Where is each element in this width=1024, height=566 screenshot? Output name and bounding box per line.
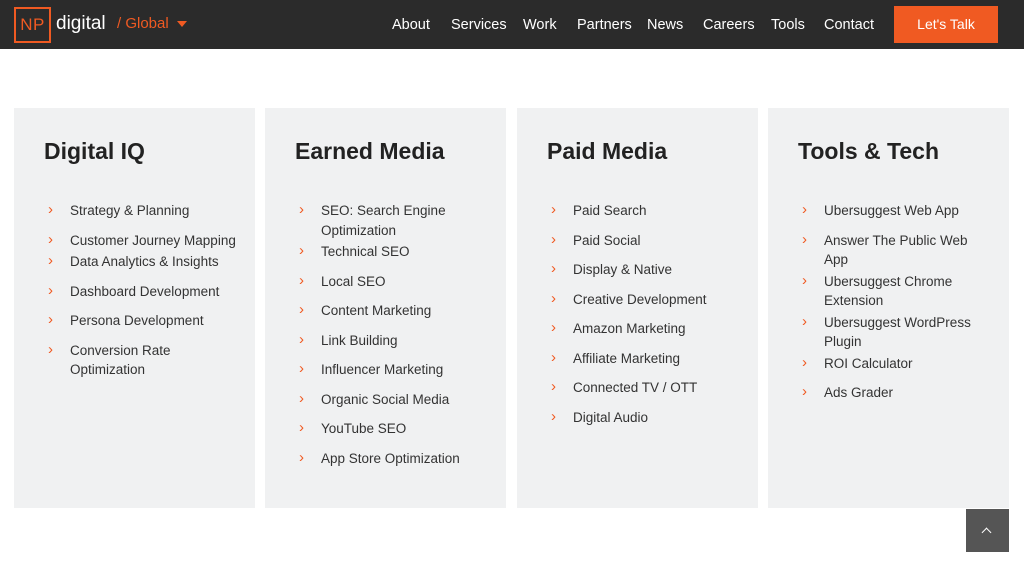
service-link[interactable]: › Paid Search — [551, 201, 751, 221]
service-link[interactable]: › Local SEO — [299, 272, 499, 292]
chevron-right-icon: › — [299, 448, 304, 466]
service-link[interactable]: › Amazon Marketing — [551, 319, 751, 339]
chevron-right-icon: › — [551, 260, 556, 277]
service-card-tools-tech: Tools & Tech › Ubersuggest Web App › Answe… — [768, 108, 1009, 508]
service-list: › Ubersuggest Web App › Answer The Public … — [802, 201, 1002, 403]
chevron-right-icon: › — [299, 201, 304, 218]
service-card-digital-iq: Digital IQ › Strategy & Planning › Custome… — [14, 108, 255, 508]
card-title: Paid Media — [547, 138, 668, 164]
service-link[interactable]: › Data Analytics & Insights — [48, 252, 248, 272]
site-header: NP digital / Global About Services Work … — [0, 0, 1024, 49]
service-list: › Paid Search › Paid Social › Display & Nat… — [551, 201, 751, 427]
service-link[interactable]: › Ubersuggest Web App — [802, 201, 1002, 221]
service-list: › SEO: Search Engine Optimization › Techni… — [299, 201, 499, 468]
back-to-top-button[interactable] — [966, 509, 1009, 552]
chevron-right-icon: › — [551, 378, 556, 395]
chevron-right-icon: › — [551, 319, 556, 336]
chevron-right-icon: › — [551, 407, 556, 425]
service-link[interactable]: › Creative Development — [551, 290, 751, 310]
service-link[interactable]: › Strategy & Planning — [48, 201, 248, 221]
service-link[interactable]: › YouTube SEO — [299, 419, 499, 439]
chevron-right-icon: › — [551, 201, 556, 218]
nav-about[interactable]: About — [392, 16, 430, 34]
np-logo-mark[interactable]: NP — [14, 7, 51, 43]
service-link[interactable]: › Persona Development — [48, 311, 248, 331]
chevron-right-icon: › — [299, 301, 304, 318]
service-link[interactable]: › Digital Audio — [551, 408, 751, 428]
chevron-right-icon: › — [802, 383, 807, 400]
chevron-up-icon — [981, 527, 992, 538]
service-link[interactable]: › Ads Grader — [802, 383, 1002, 403]
chevron-right-icon: › — [299, 389, 304, 407]
chevron-right-icon: › — [48, 201, 53, 218]
chevron-right-icon: › — [551, 348, 556, 366]
chevron-right-icon: › — [48, 340, 53, 358]
service-link[interactable]: › App Store Optimization — [299, 449, 499, 469]
nav-contact[interactable]: Contact — [824, 16, 874, 34]
service-card-paid-media: Paid Media › Paid Search › Paid Social › Di… — [517, 108, 758, 508]
card-title: Tools & Tech — [798, 138, 939, 164]
nav-news[interactable]: News — [647, 16, 683, 34]
chevron-right-icon: › — [299, 271, 304, 289]
region-selector[interactable]: / Global — [117, 15, 187, 33]
card-title: Digital IQ — [44, 138, 145, 164]
nav-careers[interactable]: Careers — [703, 16, 755, 34]
service-link[interactable]: › Paid Social — [551, 231, 751, 251]
chevron-right-icon: › — [299, 419, 304, 436]
chevron-right-icon: › — [48, 281, 53, 299]
chevron-right-icon: › — [48, 252, 53, 269]
service-link[interactable]: › Conversion Rate Optimization — [48, 341, 178, 380]
service-link[interactable]: › Influencer Marketing — [299, 360, 499, 380]
chevron-right-icon: › — [48, 311, 53, 328]
chevron-right-icon: › — [802, 312, 807, 330]
service-link[interactable]: › Ubersuggest WordPress Plugin — [802, 313, 982, 352]
service-link[interactable]: › Ubersuggest Chrome Extension — [802, 272, 962, 311]
logo-wordmark[interactable]: digital — [56, 13, 106, 35]
service-link[interactable]: › Link Building — [299, 331, 499, 351]
service-link[interactable]: › Affiliate Marketing — [551, 349, 751, 369]
service-link[interactable]: › Display & Native — [551, 260, 751, 280]
chevron-right-icon: › — [299, 360, 304, 377]
chevron-right-icon: › — [551, 289, 556, 307]
chevron-right-icon: › — [802, 230, 807, 248]
service-list: › Strategy & Planning › Customer Journey M… — [48, 201, 248, 380]
nav-work[interactable]: Work — [523, 16, 557, 34]
service-link[interactable]: › Organic Social Media — [299, 390, 499, 410]
service-link[interactable]: › Technical SEO — [299, 242, 499, 262]
chevron-right-icon: › — [48, 230, 53, 248]
lets-talk-button[interactable]: Let's Talk — [894, 6, 998, 43]
nav-partners[interactable]: Partners — [577, 16, 632, 34]
chevron-right-icon: › — [802, 271, 807, 289]
chevron-right-icon: › — [802, 353, 807, 371]
chevron-right-icon: › — [802, 201, 807, 218]
caret-down-icon — [176, 21, 187, 27]
service-link[interactable]: › Dashboard Development — [48, 282, 248, 302]
service-link[interactable]: › Content Marketing — [299, 301, 499, 321]
nav-tools[interactable]: Tools — [771, 16, 805, 34]
service-link[interactable]: › SEO: Search Engine Optimization — [299, 201, 459, 240]
service-link[interactable]: › Answer The Public Web App — [802, 231, 982, 270]
region-label: / Global — [117, 15, 169, 32]
chevron-right-icon: › — [551, 230, 556, 248]
service-card-earned-media: Earned Media › SEO: Search Engine Optimiz… — [265, 108, 506, 508]
card-title: Earned Media — [295, 138, 445, 164]
chevron-right-icon: › — [299, 330, 304, 348]
nav-services[interactable]: Services — [451, 16, 507, 34]
service-link[interactable]: › ROI Calculator — [802, 354, 1002, 374]
service-link[interactable]: › Customer Journey Mapping — [48, 231, 248, 251]
chevron-right-icon: › — [299, 242, 304, 259]
service-link[interactable]: › Connected TV / OTT — [551, 378, 751, 398]
